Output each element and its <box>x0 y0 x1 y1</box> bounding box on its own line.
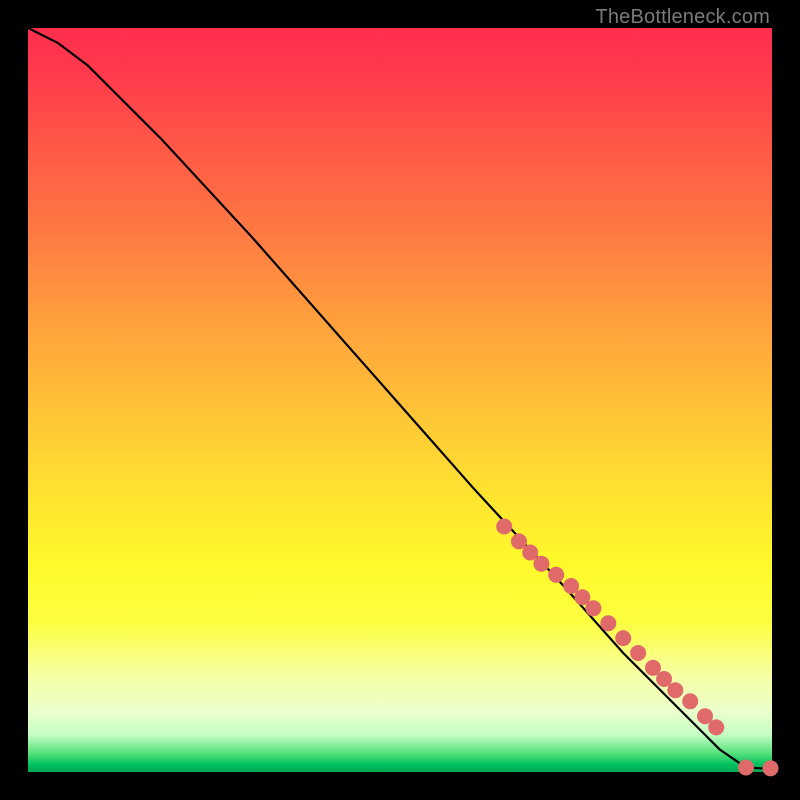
scatter-points <box>496 519 778 777</box>
data-point <box>738 760 754 776</box>
attribution-label: TheBottleneck.com <box>595 6 770 29</box>
data-point <box>600 615 616 631</box>
data-point <box>630 645 646 661</box>
chart-stage: TheBottleneck.com <box>0 0 800 800</box>
chart-svg <box>28 28 772 772</box>
data-point <box>667 682 683 698</box>
data-point <box>682 693 698 709</box>
data-point <box>763 760 779 776</box>
data-point <box>708 719 724 735</box>
data-point <box>615 630 631 646</box>
data-point <box>533 556 549 572</box>
data-point <box>548 567 564 583</box>
plot-area <box>28 28 772 772</box>
data-point <box>585 600 601 616</box>
data-point <box>496 519 512 535</box>
main-curve <box>28 28 772 768</box>
